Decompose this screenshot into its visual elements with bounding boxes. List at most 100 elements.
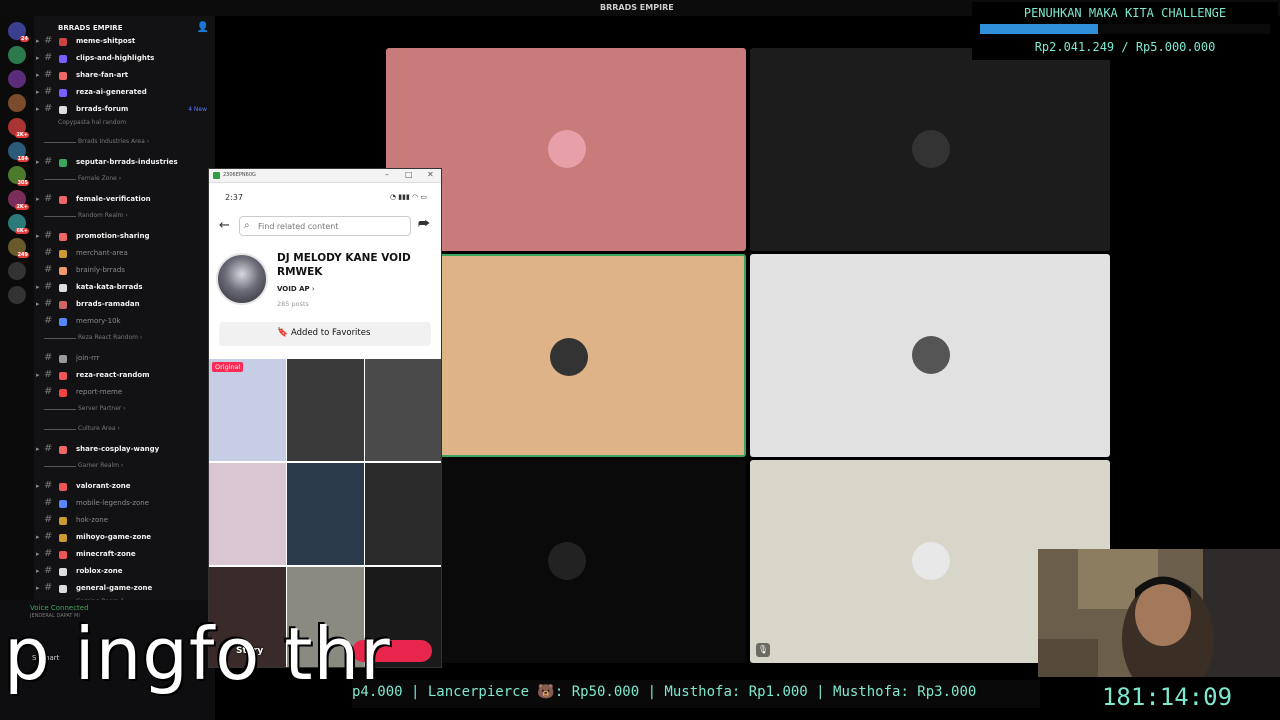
channel-label: memory-10k [76,317,121,325]
favorites-button[interactable]: 🔖 Added to Favorites [219,322,431,346]
channel-emoji-icon [59,89,67,97]
category-divider [44,429,76,430]
channel-promotion-sharing[interactable]: ▸ # promotion-sharing [34,229,215,245]
video-thumbnail[interactable] [365,359,441,461]
server-icon[interactable] [8,94,26,112]
participant-avatar [912,130,950,168]
server-icon[interactable]: 2K+ [8,118,29,138]
share-icon[interactable]: ⮫ [418,217,430,232]
channel-emoji-icon [59,250,67,258]
expand-arrow-icon: ▸ [36,445,40,453]
phone-window-titlebar[interactable]: 2306EPN60G – □ ✕ [209,169,441,183]
expand-arrow-icon: ▸ [36,533,40,541]
channel-share-cosplay-wangy[interactable]: ▸ # share-cosplay-wangy [34,442,215,458]
channel-label: seputar-brrads-industries [76,158,178,166]
hash-icon: # [44,69,53,80]
participant-avatar [550,338,588,376]
hash-icon: # [44,35,53,46]
participant-avatar [548,542,586,580]
server-icon[interactable] [8,70,26,88]
forum-thread[interactable]: Copypasta hal random [58,119,126,126]
expand-arrow-icon: ▸ [36,371,40,379]
profile-avatar[interactable] [216,253,268,305]
video-thumbnail[interactable] [209,463,286,565]
channel-reza-react-random[interactable]: ▸ # reza-react-random [34,368,215,384]
search-input[interactable] [258,219,408,234]
challenge-progress-fill [980,24,1099,34]
server-icon[interactable]: 305 [8,166,29,186]
profile-subtitle-text: VOID AP [277,285,310,293]
add-member-icon[interactable]: 👤 [197,22,209,33]
channel-female-verification[interactable]: ▸ # female-verification [34,192,215,208]
participant-tile[interactable] [750,48,1110,251]
channel-label: mihoyo-game-zone [76,533,152,541]
challenge-amount: Rp2.041.249 / Rp5.000.000 [1034,40,1216,54]
maximize-icon[interactable]: □ [405,170,413,179]
hash-icon: # [44,86,53,97]
server-icon[interactable]: 184 [8,142,29,162]
channel-meme-shitpost[interactable]: ▸ # meme-shitpost [34,34,215,50]
favorites-label: Added to Favorites [291,328,371,338]
hash-icon: # [44,369,53,380]
hash-icon: # [44,264,53,275]
channel-kata-kata-brrads[interactable]: ▸ # kata-kata-brrads [34,280,215,296]
channel-report-meme[interactable]: # report-meme [34,385,215,401]
channel-mihoyo-game-zone[interactable]: ▸ # mihoyo-game-zone [34,530,215,546]
expand-arrow-icon: ▸ [36,550,40,558]
minimize-icon[interactable]: – [385,170,389,179]
participant-tile[interactable] [750,254,1110,457]
video-thumbnail[interactable]: Original [209,359,286,461]
unread-badge: 2K+ [15,204,29,210]
channel-label: general-game-zone [76,584,153,592]
channel-roblox-zone[interactable]: ▸ # roblox-zone [34,564,215,580]
category-divider [44,409,76,410]
channel-brainly-brrads[interactable]: # brainly-brrads [34,263,215,279]
channel-clips-and-highlights[interactable]: ▸ # clips-and-highlights [34,51,215,67]
channel-join-rrr[interactable]: # join-rrr [34,351,215,367]
hash-icon: # [44,514,53,525]
channel-reza-ai-generated[interactable]: ▸ # reza-ai-generated [34,85,215,101]
related-search[interactable]: ⌕ [239,216,411,236]
channel-share-fan-art[interactable]: ▸ # share-fan-art [34,68,215,84]
channel-label: brainly-brrads [76,266,125,274]
phone-time: 2:37 [225,193,243,202]
channel-emoji-icon [59,551,67,559]
channel-seputar-brrads-industries[interactable]: ▸ # seputar-brrads-industries [34,155,215,171]
video-thumbnail[interactable] [287,359,364,461]
challenge-overlay: PENUHKAN MAKA KITA CHALLENGE Rp2.041.249… [972,2,1278,60]
channel-merchant-area[interactable]: # merchant-area [34,246,215,262]
channel-valorant-zone[interactable]: ▸ # valorant-zone [34,479,215,495]
back-arrow-icon[interactable]: ← [219,218,230,233]
server-icon[interactable]: 249 [8,238,29,258]
server-icon[interactable] [8,46,26,64]
server-icon[interactable] [8,286,26,304]
hash-icon: # [44,582,53,593]
channel-label: mobile-legends-zone [76,499,150,507]
close-icon[interactable]: ✕ [427,170,434,179]
channel-brrads-ramadan[interactable]: ▸ # brrads-ramadan [34,297,215,313]
channel-minecraft-zone[interactable]: ▸ # minecraft-zone [34,547,215,563]
channel-mobile-legends-zone[interactable]: # mobile-legends-zone [34,496,215,512]
unread-badge: 6K+ [15,228,29,234]
channel-label: clips-and-highlights [76,54,155,62]
mic-muted-icon: 🎙 [756,643,770,657]
channel-general-game-zone[interactable]: ▸ # general-game-zone [34,581,215,597]
channel-emoji-icon [59,38,67,46]
channel-brrads-forum[interactable]: ▸ # brrads-forum 4 New [34,102,215,118]
category-divider [44,142,76,143]
server-icon[interactable]: 24 [8,22,29,42]
server-icon[interactable]: 2K+ [8,190,29,210]
channel-memory-10k[interactable]: # memory-10k [34,314,215,330]
hash-icon: # [44,247,53,258]
server-icon[interactable]: 6K+ [8,214,29,234]
profile-subtitle[interactable]: VOID AP › [277,285,315,293]
hash-icon: # [44,497,53,508]
server-icon[interactable] [8,262,26,280]
expand-arrow-icon: ▸ [36,567,40,575]
channel-label: kata-kata-brrads [76,283,143,291]
video-thumbnail[interactable] [365,463,441,565]
video-thumbnail[interactable] [287,463,364,565]
category-label: Female Zone › [78,175,122,182]
channel-emoji-icon [59,517,67,525]
channel-hok-zone[interactable]: # hok-zone [34,513,215,529]
